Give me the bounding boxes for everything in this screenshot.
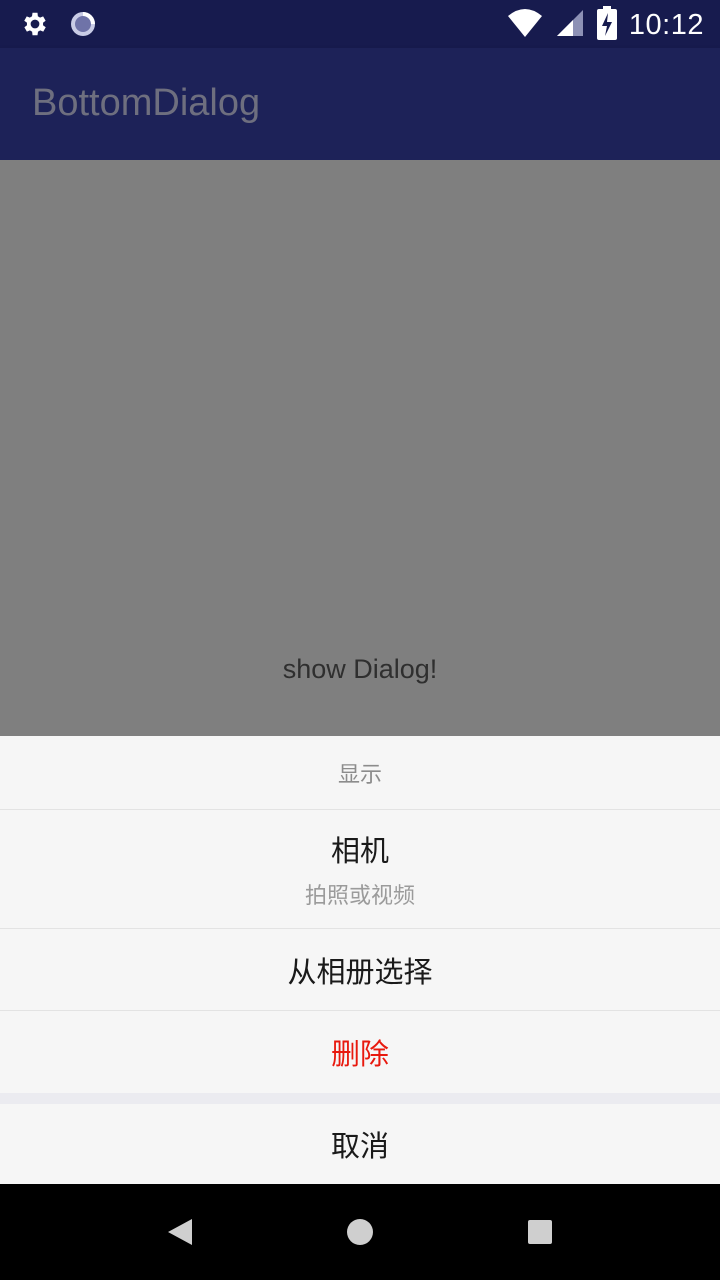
choose-from-album-option[interactable]: 从相册选择 (0, 929, 720, 1011)
home-icon[interactable] (342, 1214, 378, 1250)
camera-option-sublabel: 拍照或视频 (304, 884, 415, 909)
show-dialog-button[interactable]: show Dialog! (0, 654, 720, 685)
app-bar: BottomDialog (0, 48, 720, 160)
navigation-bar (0, 1184, 720, 1280)
recents-icon[interactable] (522, 1214, 558, 1250)
cancel-button-label: 取消 (330, 1129, 389, 1163)
delete-option-label: 删除 (330, 1037, 389, 1071)
dialog-title: 显示 (337, 762, 382, 788)
battery-charging-icon (596, 6, 617, 44)
app-title: BottomDialog (32, 82, 261, 124)
camera-option[interactable]: 相机 拍照或视频 (0, 810, 720, 929)
wifi-icon (507, 8, 543, 42)
bottom-sheet-dialog: 显示 相机 拍照或视频 从相册选择 删除 取消 (0, 736, 720, 1184)
dialog-title-row: 显示 (0, 736, 720, 810)
status-bar: 10:12 (0, 0, 720, 48)
cancel-button[interactable]: 取消 (0, 1104, 720, 1184)
scrim-overlay[interactable]: show Dialog! (0, 160, 720, 736)
camera-option-label: 相机 (330, 834, 389, 868)
settings-icon (20, 9, 50, 43)
choose-from-album-label: 从相册选择 (287, 954, 433, 989)
sync-icon (68, 9, 98, 43)
back-icon[interactable] (162, 1214, 198, 1250)
clock: 10:12 (628, 8, 704, 41)
delete-option[interactable]: 删除 (0, 1011, 720, 1093)
signal-icon (555, 8, 585, 42)
